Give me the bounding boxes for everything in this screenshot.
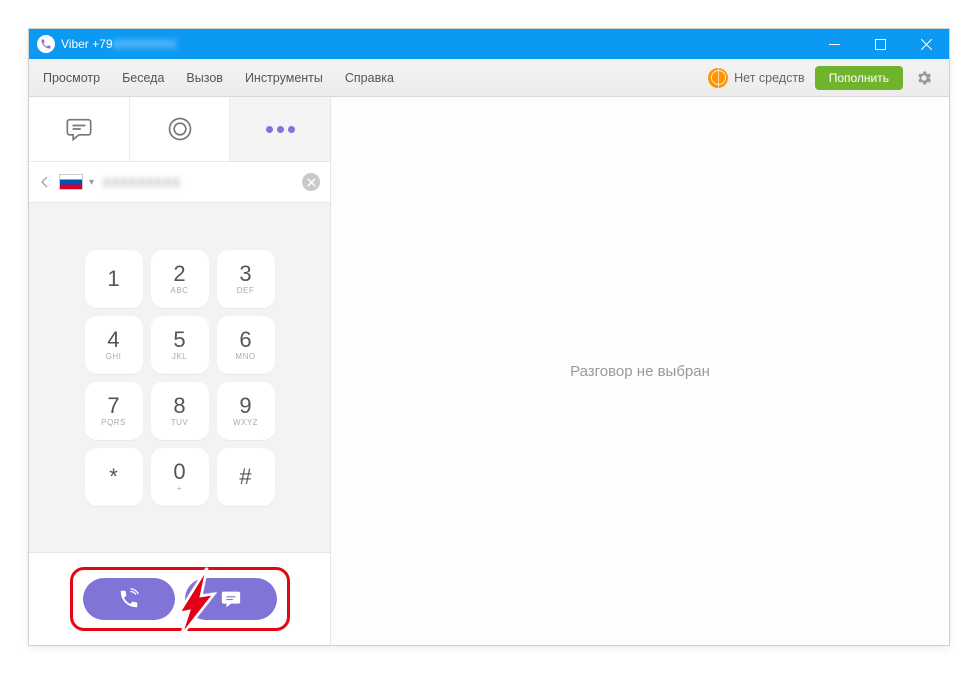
titlebar: Viber +79XXXXXXXX <box>29 29 949 59</box>
dialpad-key-number: 5 <box>173 329 185 351</box>
phone-icon <box>118 588 140 610</box>
chat-bubble-icon <box>65 115 93 143</box>
dialpad-key-1[interactable]: 1 <box>85 250 143 308</box>
dialpad-key-letters: DEF <box>237 286 255 295</box>
dialpad-key-*[interactable]: * <box>85 448 143 506</box>
dialpad-key-4[interactable]: 4GHI <box>85 316 143 374</box>
chevron-left-icon[interactable] <box>39 176 51 188</box>
dialpad-key-3[interactable]: 3DEF <box>217 250 275 308</box>
dialpad-key-number: 2 <box>173 263 185 285</box>
dialpad-key-8[interactable]: 8TUV <box>151 382 209 440</box>
voice-call-button[interactable] <box>83 578 175 620</box>
topup-button[interactable]: Пополнить <box>815 66 903 90</box>
balance-label: Нет средств <box>734 71 805 85</box>
phone-number-display[interactable]: XXXXXXXXX <box>102 175 294 190</box>
settings-button[interactable] <box>913 67 935 89</box>
dialpad-key-#[interactable]: # <box>217 448 275 506</box>
dialpad-key-letters: JKL <box>172 352 187 361</box>
dialpad-key-0[interactable]: 0+ <box>151 448 209 506</box>
country-flag[interactable] <box>59 174 83 190</box>
dialpad-key-letters: ABC <box>171 286 189 295</box>
dialpad-key-number: 6 <box>239 329 251 351</box>
main-content: Разговор не выбран <box>331 97 949 645</box>
dialpad-key-letters: PQRS <box>101 418 126 427</box>
menu-chat[interactable]: Беседа <box>122 71 164 85</box>
dialpad-key-number: 0 <box>173 461 185 483</box>
close-button[interactable] <box>903 29 949 59</box>
dialpad: 12ABC3DEF4GHI5JKL6MNO7PQRS8TUV9WXYZ*0+# <box>29 203 330 553</box>
menubar: Просмотр Беседа Вызов Инструменты Справк… <box>29 59 949 97</box>
menu-call[interactable]: Вызов <box>186 71 223 85</box>
dialpad-key-letters: GHI <box>106 352 122 361</box>
dialpad-key-6[interactable]: 6MNO <box>217 316 275 374</box>
maximize-button[interactable] <box>857 29 903 59</box>
empty-state-label: Разговор не выбран <box>570 363 710 380</box>
tab-chats[interactable] <box>29 97 130 161</box>
menu-tools[interactable]: Инструменты <box>245 71 323 85</box>
dialpad-key-number: 4 <box>107 329 119 351</box>
tab-contacts[interactable] <box>130 97 231 161</box>
rounded-square-icon <box>166 115 194 143</box>
message-button[interactable] <box>185 578 277 620</box>
dialpad-key-2[interactable]: 2ABC <box>151 250 209 308</box>
menu-view[interactable]: Просмотр <box>43 71 100 85</box>
message-icon <box>220 588 242 610</box>
clear-number-button[interactable] <box>302 173 320 191</box>
sidebar-tabs <box>29 97 330 161</box>
dialpad-key-number: 1 <box>107 268 119 290</box>
dialpad-key-number: * <box>109 466 118 488</box>
phone-prefix: +79 <box>92 37 112 51</box>
dialpad-key-letters: + <box>177 484 182 493</box>
dialpad-key-letters: MNO <box>235 352 255 361</box>
call-actions-row <box>29 553 330 645</box>
dialpad-key-number: 8 <box>173 395 185 417</box>
window-title: Viber +79XXXXXXXX <box>61 37 811 51</box>
more-dots-icon <box>266 126 295 133</box>
dialpad-key-5[interactable]: 5JKL <box>151 316 209 374</box>
dialpad-key-number: 7 <box>107 395 119 417</box>
number-input-row: ▾ XXXXXXXXX <box>29 161 330 203</box>
dialpad-key-number: 9 <box>239 395 251 417</box>
dialpad-key-letters: WXYZ <box>233 418 258 427</box>
phone-masked: XXXXXXXX <box>113 37 177 51</box>
tab-more[interactable] <box>230 97 330 161</box>
window-controls <box>811 29 949 59</box>
app-name-label: Viber <box>61 37 89 51</box>
app-body: ▾ XXXXXXXXX 12ABC3DEF4GHI5JKL6MNO7PQRS8T… <box>29 97 949 645</box>
action-highlight-box <box>70 567 290 631</box>
flag-caret-icon[interactable]: ▾ <box>89 177 94 188</box>
dialpad-key-letters: TUV <box>171 418 189 427</box>
sidebar: ▾ XXXXXXXXX 12ABC3DEF4GHI5JKL6MNO7PQRS8T… <box>29 97 331 645</box>
menu-help[interactable]: Справка <box>345 71 394 85</box>
dialpad-key-number: # <box>239 466 251 488</box>
balance-indicator[interactable]: Нет средств <box>708 68 805 88</box>
minimize-button[interactable] <box>811 29 857 59</box>
coin-icon <box>708 68 728 88</box>
app-window: Viber +79XXXXXXXX Просмотр Беседа Вызов … <box>28 28 950 646</box>
dialpad-key-9[interactable]: 9WXYZ <box>217 382 275 440</box>
dialpad-key-number: 3 <box>239 263 251 285</box>
app-icon <box>37 35 55 53</box>
dialpad-key-7[interactable]: 7PQRS <box>85 382 143 440</box>
